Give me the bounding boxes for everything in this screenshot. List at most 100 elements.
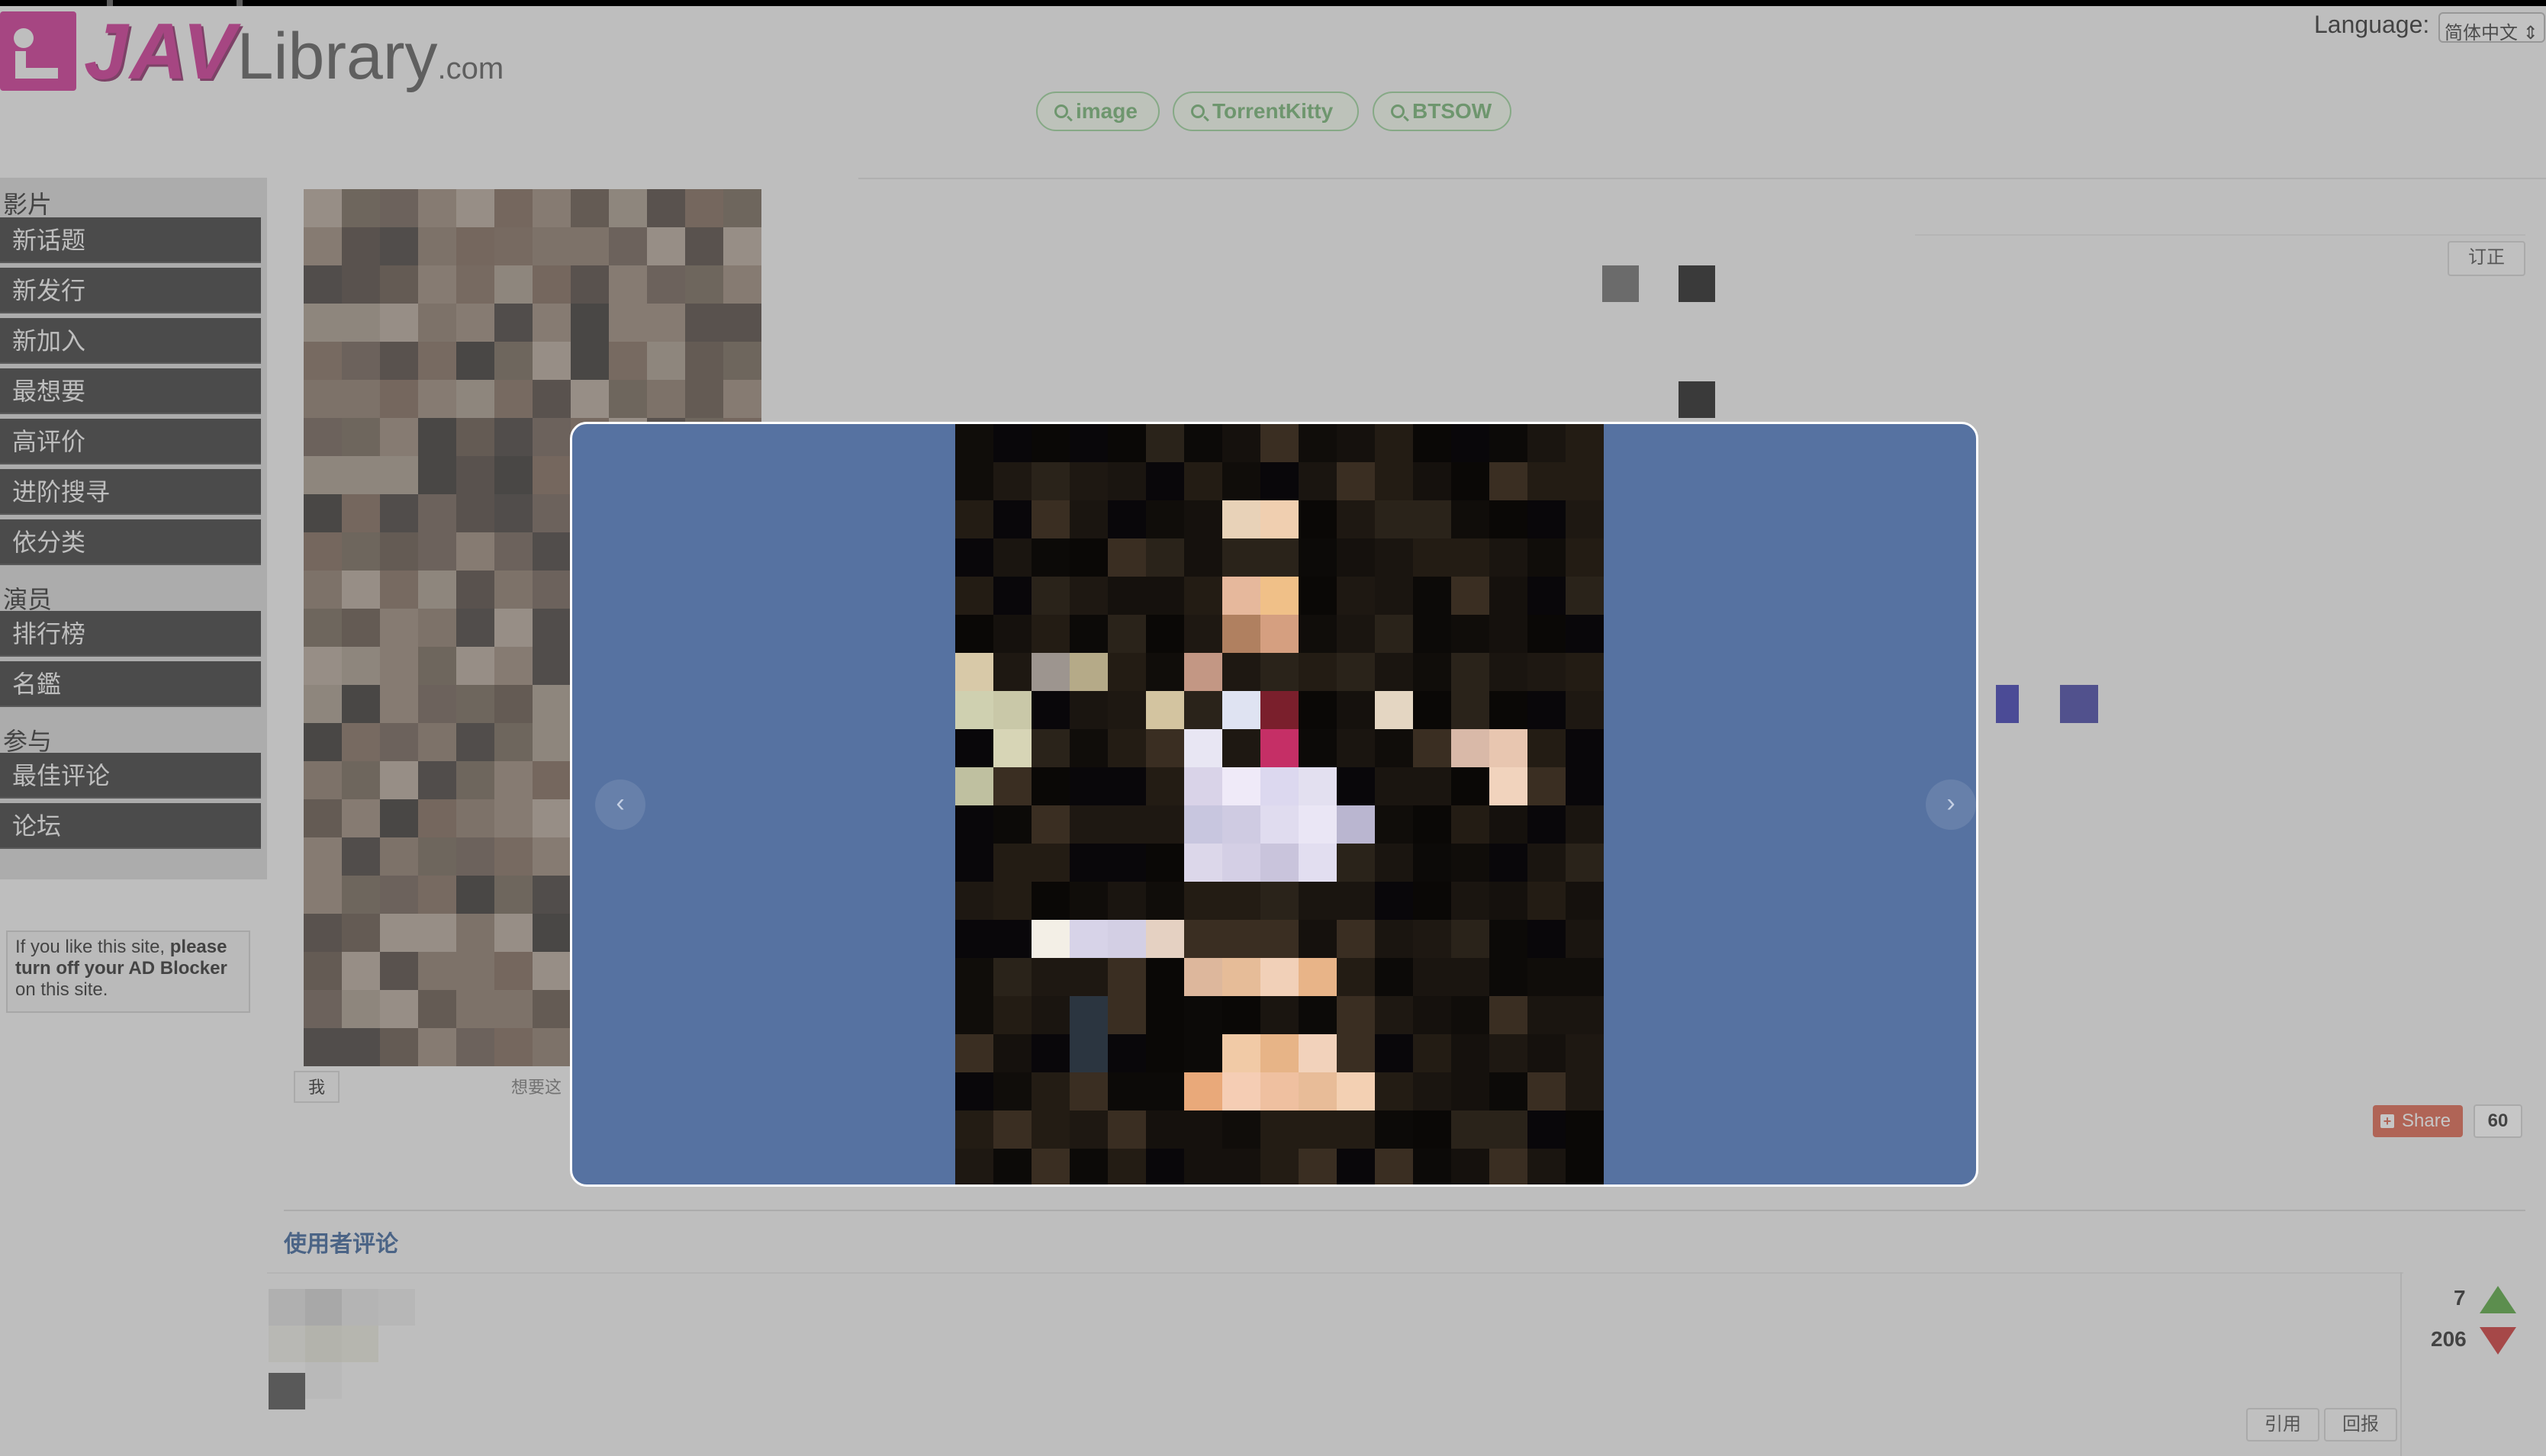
- pixel-block: [1527, 538, 1566, 577]
- pixel-block: [1260, 767, 1299, 805]
- pixel-block: [1489, 844, 1527, 882]
- pixel-block: [1070, 1110, 1108, 1149]
- pixel-block: [1489, 691, 1527, 729]
- pixel-block: [1413, 729, 1451, 767]
- pixel-block: [1337, 996, 1375, 1034]
- pixel-block: [1566, 920, 1604, 958]
- pixel-block: [955, 844, 993, 882]
- pixel-block: [1337, 500, 1375, 538]
- pixel-block: [1566, 767, 1604, 805]
- pixel-block: [1032, 500, 1070, 538]
- pixel-block: [955, 500, 993, 538]
- pixel-block: [1146, 615, 1184, 653]
- pixel-block: [955, 805, 993, 844]
- pixel-block: [955, 958, 993, 996]
- pixel-block: [1337, 538, 1375, 577]
- pixel-block: [1070, 500, 1108, 538]
- pixel-block: [993, 424, 1032, 462]
- pixel-block: [1299, 1110, 1337, 1149]
- pixel-block: [1299, 577, 1337, 615]
- pixel-block: [1451, 1034, 1489, 1072]
- pixel-block: [1413, 653, 1451, 691]
- pixel-block: [1032, 653, 1070, 691]
- lightbox-prev-button[interactable]: ‹: [595, 779, 645, 830]
- pixel-block: [1108, 996, 1146, 1034]
- pixel-block: [1032, 958, 1070, 996]
- pixel-block: [1375, 958, 1413, 996]
- pixel-block: [1184, 958, 1222, 996]
- pixel-block: [1222, 1149, 1260, 1184]
- pixel-block: [1070, 996, 1108, 1034]
- lightbox-next-button[interactable]: ›: [1926, 779, 1976, 830]
- pixel-block: [1222, 500, 1260, 538]
- pixel-block: [1375, 424, 1413, 462]
- pixel-block: [993, 1149, 1032, 1184]
- pixel-block: [1566, 691, 1604, 729]
- pixel-block: [1032, 691, 1070, 729]
- pixel-block: [1489, 767, 1527, 805]
- pixel-block: [1375, 920, 1413, 958]
- pixel-block: [993, 1110, 1032, 1149]
- pixel-block: [1222, 538, 1260, 577]
- pixel-block: [1070, 691, 1108, 729]
- pixel-block: [1108, 767, 1146, 805]
- pixel-block: [1375, 1072, 1413, 1110]
- pixel-block: [1489, 729, 1527, 767]
- pixel-block: [993, 577, 1032, 615]
- pixel-block: [1451, 1110, 1489, 1149]
- pixel-block: [1566, 538, 1604, 577]
- pixel-block: [1222, 882, 1260, 920]
- pixel-block: [955, 729, 993, 767]
- pixel-block: [1032, 538, 1070, 577]
- pixel-block: [1413, 844, 1451, 882]
- top-black-bar: [0, 0, 2546, 6]
- pixel-block: [1222, 653, 1260, 691]
- pixel-block: [993, 691, 1032, 729]
- pixel-block: [1146, 500, 1184, 538]
- pixel-block: [1413, 958, 1451, 996]
- pixel-block: [1299, 958, 1337, 996]
- pixel-block: [1489, 996, 1527, 1034]
- pixel-block: [1299, 920, 1337, 958]
- pixel-block: [1108, 882, 1146, 920]
- pixel-block: [1337, 844, 1375, 882]
- pixel-block: [1566, 1072, 1604, 1110]
- pixel-block: [1413, 691, 1451, 729]
- pixel-block: [1527, 1149, 1566, 1184]
- pixel-block: [1299, 1149, 1337, 1184]
- pixel-block: [1566, 1149, 1604, 1184]
- pixel-block: [1299, 691, 1337, 729]
- pixel-block: [1184, 500, 1222, 538]
- pixel-block: [1566, 424, 1604, 462]
- pixel-block: [1413, 996, 1451, 1034]
- pixel-block: [1184, 920, 1222, 958]
- pixel-block: [955, 1110, 993, 1149]
- pixel-block: [993, 615, 1032, 653]
- pixel-block: [1527, 615, 1566, 653]
- pixel-block: [1413, 500, 1451, 538]
- pixel-block: [955, 538, 993, 577]
- pixel-block: [1527, 1110, 1566, 1149]
- pixel-block: [1489, 1072, 1527, 1110]
- pixel-block: [993, 882, 1032, 920]
- pixel-block: [1337, 1072, 1375, 1110]
- pixel-block: [1108, 805, 1146, 844]
- pixel-block: [1222, 1034, 1260, 1072]
- pixel-block: [993, 844, 1032, 882]
- pixel-block: [1413, 424, 1451, 462]
- pixel-block: [1566, 462, 1604, 500]
- pixel-block: [1260, 615, 1299, 653]
- pixel-block: [1566, 1034, 1604, 1072]
- pixel-block: [1337, 1110, 1375, 1149]
- lightbox-image[interactable]: [955, 424, 1604, 1184]
- pixel-block: [1184, 1034, 1222, 1072]
- pixel-block: [1299, 805, 1337, 844]
- pixel-block: [955, 691, 993, 729]
- pixel-block: [1566, 577, 1604, 615]
- pixel-block: [1070, 729, 1108, 767]
- pixel-block: [1222, 958, 1260, 996]
- pixel-block: [1337, 424, 1375, 462]
- pixel-block: [1566, 615, 1604, 653]
- pixel-block: [1451, 424, 1489, 462]
- pixel-block: [1527, 882, 1566, 920]
